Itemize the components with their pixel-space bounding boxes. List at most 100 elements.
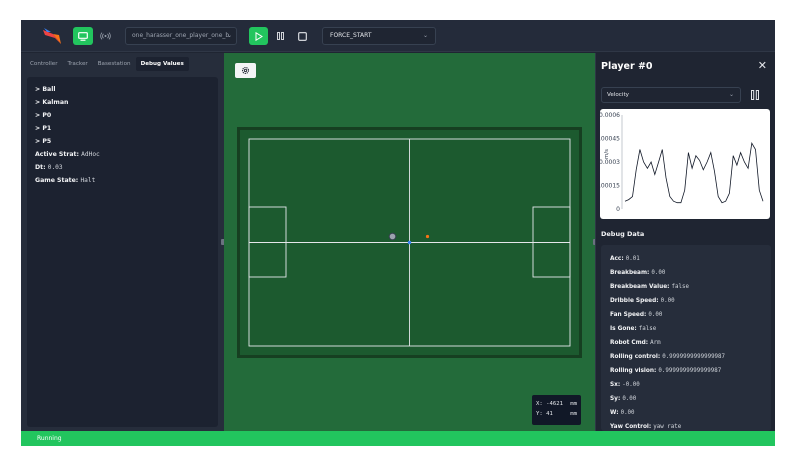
chevron-down-icon: ⌄ bbox=[422, 32, 428, 39]
debug-label: Rolling vision: bbox=[610, 368, 657, 374]
tree-item-kalman[interactable]: > Kalman bbox=[35, 96, 218, 109]
debug-row: Is Gone: false bbox=[610, 322, 771, 336]
y-tick-label: 0.00015 bbox=[600, 183, 620, 190]
debug-label: Robot Cmd: bbox=[610, 340, 649, 346]
cursor-coordinates: X: -4621 mm Y: 41 mm bbox=[532, 395, 581, 425]
chevron-down-icon: ⌄ bbox=[226, 32, 232, 39]
field-settings-button[interactable] bbox=[235, 63, 256, 78]
debug-label: Dribble Speed: bbox=[610, 298, 659, 304]
field-view-button[interactable] bbox=[73, 27, 93, 45]
coord-y: Y: 41 mm bbox=[536, 411, 577, 417]
tree-item-p5[interactable]: > P5 bbox=[35, 135, 218, 148]
field-view[interactable]: X: -4621 mm Y: 41 mm bbox=[224, 53, 595, 431]
debug-row: Fan Speed: 0.00 bbox=[610, 308, 771, 322]
stop-button[interactable] bbox=[294, 27, 310, 45]
debug-label: Breakbeam Value: bbox=[610, 284, 670, 290]
field-game-state: Game State: Halt bbox=[35, 174, 218, 187]
debug-label: Breakbeam: bbox=[610, 270, 650, 276]
debug-row: Acc: 0.01 bbox=[610, 252, 771, 266]
debug-value: 0.00 bbox=[651, 270, 666, 276]
debug-value: 0.00 bbox=[622, 396, 637, 402]
pause-button[interactable] bbox=[273, 27, 287, 45]
field-value: 0.03 bbox=[47, 164, 63, 171]
field-active-strat: Active Strat: AdHoc bbox=[35, 148, 218, 161]
field-label: Active Strat: bbox=[35, 151, 79, 158]
pitch bbox=[237, 127, 582, 358]
command-label: FORCE_START bbox=[330, 32, 372, 39]
app-window: one_harasser_one_player_one_b ⌄ FORCE_STA… bbox=[21, 20, 775, 446]
field-value: AdHoc bbox=[81, 151, 100, 158]
debug-label: Sy: bbox=[610, 396, 621, 402]
top-toolbar: one_harasser_one_player_one_b ⌄ FORCE_STA… bbox=[21, 20, 775, 52]
status-bar: Running bbox=[21, 431, 775, 446]
panel-title: Player #0 bbox=[601, 61, 653, 72]
debug-data-list: Acc: 0.01 Breakbeam: 0.00 Breakbeam Value:… bbox=[601, 245, 771, 431]
tree-item-ball[interactable]: > Ball bbox=[35, 83, 218, 96]
plot-variable-select[interactable]: Velocity ⌄ bbox=[601, 87, 741, 103]
tab-basestation[interactable]: Basestation bbox=[93, 57, 136, 71]
debug-label: Sx: bbox=[610, 382, 621, 388]
debug-row: Breakbeam Value: false bbox=[610, 280, 771, 294]
pause-icon bbox=[276, 32, 284, 40]
debug-label: Is Gone: bbox=[610, 326, 637, 332]
velocity-chart-svg: 0.0006 0.00045 0.0003 0.00015 0 m/s bbox=[595, 112, 764, 213]
raven-logo-icon bbox=[43, 28, 61, 44]
debug-value: 0.01 bbox=[625, 256, 640, 262]
close-icon[interactable]: ✕ bbox=[758, 59, 767, 72]
ball bbox=[425, 234, 430, 239]
debug-row: Rolling vision: 0.9999999999999987 bbox=[610, 364, 771, 378]
coord-x: X: -4621 mm bbox=[536, 401, 577, 407]
debug-label: Acc: bbox=[610, 256, 624, 262]
play-icon bbox=[255, 31, 263, 41]
gear-icon bbox=[241, 66, 250, 75]
left-panel: Controller Tracker Basestation Debug Val… bbox=[21, 53, 224, 431]
debug-label: Rolling control: bbox=[610, 354, 661, 360]
debug-value: Arm bbox=[650, 340, 661, 346]
field-dt: Dt: 0.03 bbox=[35, 161, 218, 174]
debug-value: 0.00 bbox=[620, 410, 635, 416]
field-label: Game State: bbox=[35, 177, 79, 184]
debug-row: Breakbeam: 0.00 bbox=[610, 266, 771, 280]
y-axis-label: m/s bbox=[604, 149, 610, 159]
tab-controller[interactable]: Controller bbox=[25, 57, 63, 71]
debug-value: 0.00 bbox=[660, 298, 675, 304]
tab-tracker[interactable]: Tracker bbox=[63, 57, 93, 71]
debug-value: 0.9999999999999987 bbox=[662, 354, 726, 360]
robot-p0[interactable] bbox=[388, 232, 397, 241]
debug-data-title: Debug Data bbox=[601, 230, 645, 238]
tree-item-p1[interactable]: > P1 bbox=[35, 122, 218, 135]
radio-button[interactable] bbox=[96, 27, 114, 45]
velocity-series-line bbox=[624, 142, 764, 204]
debug-label: Fan Speed: bbox=[610, 312, 647, 318]
debug-value: false bbox=[671, 284, 689, 290]
debug-row: Dribble Speed: 0.00 bbox=[610, 294, 771, 308]
debug-row: Robot Cmd: Arm bbox=[610, 336, 771, 350]
command-select[interactable]: FORCE_START ⌄ bbox=[322, 27, 436, 45]
monitor-icon bbox=[78, 31, 88, 41]
play-button[interactable] bbox=[249, 27, 268, 45]
velocity-chart: 0.0006 0.00045 0.0003 0.00015 0 m/s bbox=[595, 109, 770, 219]
field-value: Halt bbox=[80, 177, 96, 184]
panel-tabs: Controller Tracker Basestation Debug Val… bbox=[25, 57, 219, 71]
y-tick-label: 0.0003 bbox=[600, 159, 620, 166]
debug-row: W: 0.00 bbox=[610, 406, 771, 420]
y-tick-label: 0 bbox=[616, 206, 620, 213]
debug-row: Rolling control: 0.9999999999999987 bbox=[610, 350, 771, 364]
debug-row: Sx: -0.00 bbox=[610, 378, 771, 392]
tab-debug-values[interactable]: Debug Values bbox=[135, 57, 189, 71]
field-origin-marker bbox=[407, 240, 412, 245]
debug-value: 0.00 bbox=[648, 312, 663, 318]
chevron-down-icon: ⌄ bbox=[728, 91, 734, 98]
pause-plot-icon[interactable] bbox=[749, 89, 761, 101]
debug-row: Sy: 0.00 bbox=[610, 392, 771, 406]
plot-variable-label: Velocity bbox=[607, 92, 629, 98]
debug-tree: > Ball > Kalman > P0 > P1 > P5 Active St… bbox=[27, 77, 218, 427]
debug-value: false bbox=[638, 326, 657, 332]
broadcast-icon bbox=[99, 32, 111, 40]
tree-item-p0[interactable]: > P0 bbox=[35, 109, 218, 122]
scenario-select[interactable]: one_harasser_one_player_one_b ⌄ bbox=[125, 27, 237, 45]
field-label: Dt: bbox=[35, 164, 46, 171]
scenario-label: one_harasser_one_player_one_b bbox=[132, 32, 230, 39]
debug-value: yaw rate bbox=[653, 424, 682, 430]
status-text: Running bbox=[37, 435, 62, 442]
